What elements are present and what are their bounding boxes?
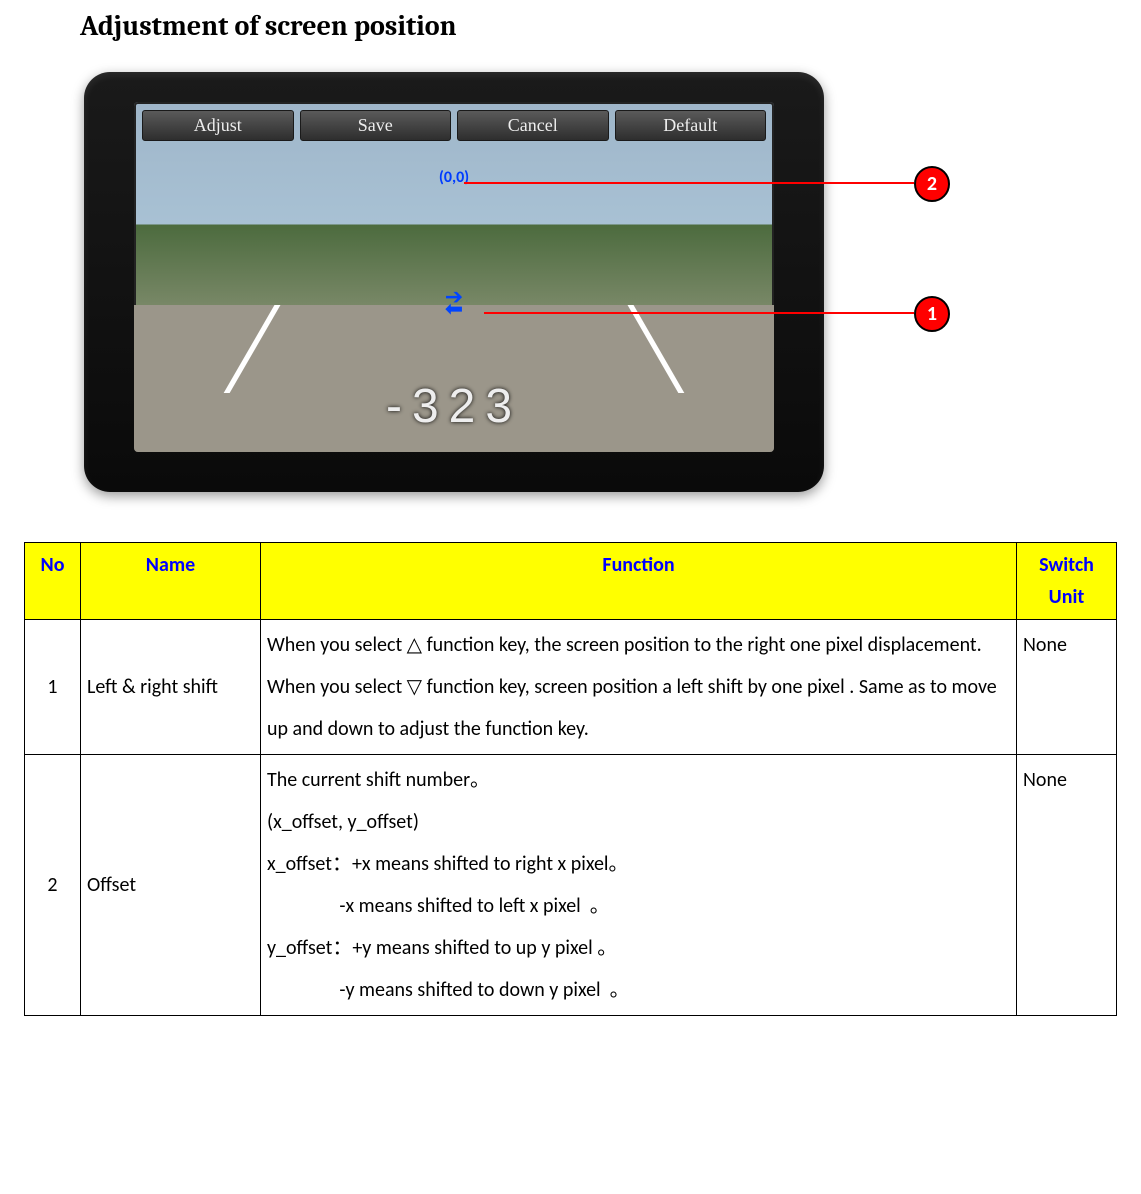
toolbar-adjust-button[interactable]: Adjust xyxy=(142,110,294,141)
cell-function: The current shift number。 (x_offset, y_o… xyxy=(261,755,1017,1016)
func-line: (x_offset, y_offset) xyxy=(267,810,419,834)
device-figure: Adjust Save Cancel Default (0,0) -323 ➔⬅… xyxy=(84,72,964,492)
func-line: The current shift number。 xyxy=(267,768,490,792)
header-switch-unit: Switch Unit xyxy=(1017,543,1117,620)
func-line: When you select ▽ function key, screen p… xyxy=(267,675,997,741)
leader-line-1 xyxy=(484,312,914,314)
table-row: 2 Offset The current shift number。 (x_of… xyxy=(25,755,1117,1016)
header-function: Function xyxy=(261,543,1017,620)
table-row: 1 Left & right shift When you select △ f… xyxy=(25,620,1117,755)
cell-switch: None xyxy=(1017,620,1117,755)
leader-line-2 xyxy=(464,182,914,184)
func-line: -x means shifted to left x pixel 。 xyxy=(267,894,610,918)
screen-toolbar: Adjust Save Cancel Default xyxy=(142,110,766,141)
header-no: No xyxy=(25,543,81,620)
func-line: y_offset：+y means shifted to up y pixel … xyxy=(267,936,617,960)
cell-name: Offset xyxy=(81,755,261,1016)
device-bezel: Adjust Save Cancel Default (0,0) -323 ➔⬅ xyxy=(84,72,824,492)
table-header-row: No Name Function Switch Unit xyxy=(25,543,1117,620)
toolbar-cancel-button[interactable]: Cancel xyxy=(457,110,609,141)
callout-badge-1: 1 xyxy=(914,296,950,332)
cell-no: 1 xyxy=(25,620,81,755)
pavement-graphic: -323 xyxy=(134,305,774,452)
callout-badge-2: 2 xyxy=(914,166,950,202)
cell-function: When you select △ function key, the scre… xyxy=(261,620,1017,755)
toolbar-save-button[interactable]: Save xyxy=(300,110,452,141)
cell-switch: None xyxy=(1017,755,1117,1016)
func-line: x_offset：+x means shifted to right x pix… xyxy=(267,852,629,876)
cell-name: Left & right shift xyxy=(81,620,261,755)
toolbar-default-button[interactable]: Default xyxy=(615,110,767,141)
cell-no: 2 xyxy=(25,755,81,1016)
header-name: Name xyxy=(81,543,261,620)
device-screen: Adjust Save Cancel Default (0,0) -323 ➔⬅ xyxy=(134,102,774,452)
function-table: No Name Function Switch Unit 1 Left & ri… xyxy=(24,542,1117,1016)
func-line: -y means shifted to down y pixel 。 xyxy=(267,978,630,1002)
page-title: Adjustment of screen position xyxy=(80,10,1117,42)
road-number-text: -323 xyxy=(386,379,522,434)
offset-coordinate-label: (0,0) xyxy=(439,168,469,187)
func-line: When you select △ function key, the scre… xyxy=(267,633,982,657)
shift-arrows-icon: ➔⬅ xyxy=(445,291,463,315)
